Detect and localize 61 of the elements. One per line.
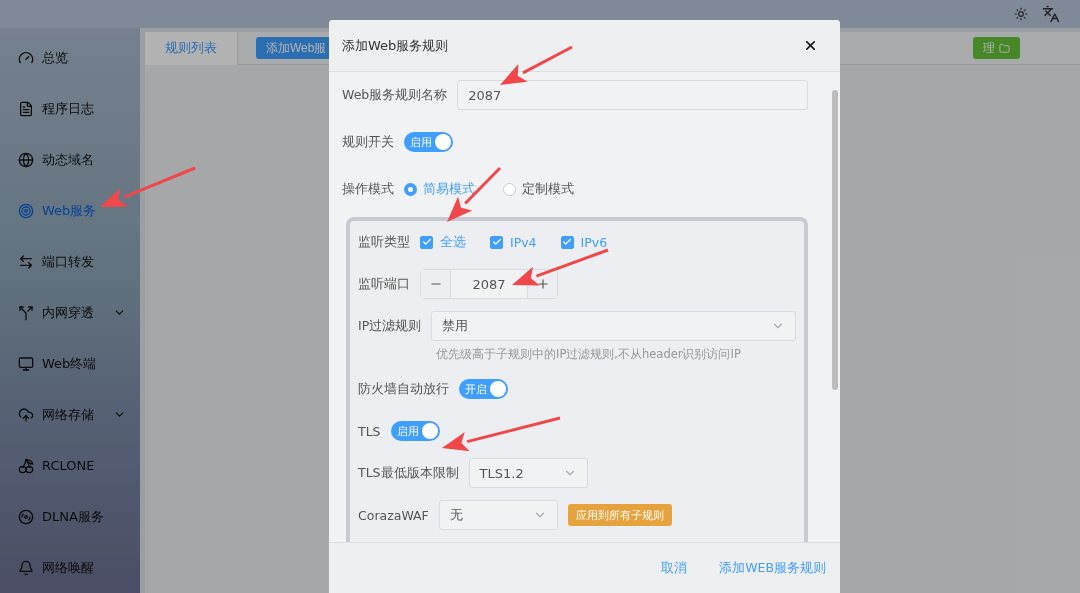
- select-field[interactable]: TLS1.2: [468, 458, 588, 488]
- field-label: TLS: [358, 423, 381, 439]
- footer-button[interactable]: 添加WEB服务规则: [719, 555, 826, 581]
- gauge-icon: [18, 49, 34, 66]
- folder-icon: [999, 42, 1010, 54]
- sidebar-item[interactable]: 动态域名: [0, 134, 140, 185]
- field-label: CorazaWAF: [358, 507, 429, 523]
- check-icon: [491, 237, 502, 247]
- dialog-title: 添加Web服务规则: [342, 36, 449, 55]
- scrollbar-thumb[interactable]: [832, 90, 838, 390]
- sidebar-item[interactable]: 端口转发: [0, 236, 140, 287]
- document-icon: [18, 100, 34, 117]
- disc-icon: [18, 508, 34, 525]
- check-icon: [421, 237, 432, 247]
- checkbox-option[interactable]: 全选: [420, 233, 466, 251]
- sidebar-item[interactable]: Web服务: [0, 185, 140, 236]
- toggle-switch[interactable]: 启用: [404, 132, 453, 152]
- select-field[interactable]: 无: [438, 500, 558, 530]
- toggle-switch[interactable]: 开启: [459, 379, 508, 399]
- sidebar-item[interactable]: 程序日志: [0, 83, 140, 134]
- number-input[interactable]: 2087: [420, 269, 558, 299]
- close-icon[interactable]: [803, 38, 818, 53]
- tab[interactable]: 规则列表: [145, 31, 238, 65]
- field-label: Web服务规则名称: [342, 86, 448, 104]
- checkbox-option[interactable]: IPv4: [490, 234, 537, 250]
- target-icon: [18, 202, 34, 219]
- bell-icon: [18, 559, 34, 576]
- sidebar-item[interactable]: RCLONE: [0, 440, 140, 491]
- arrows-icon: [18, 253, 34, 270]
- field-label: 防火墙自动放行: [358, 380, 449, 398]
- text-input[interactable]: 2087: [457, 80, 808, 110]
- field-label: TLS最低版本限制: [358, 464, 459, 482]
- field-label: 规则开关: [342, 133, 394, 151]
- sidebar-item[interactable]: DLNA服务: [0, 491, 140, 542]
- cherry-icon: [18, 457, 34, 474]
- radio-option[interactable]: 定制模式: [503, 180, 574, 198]
- globe-icon: [18, 151, 34, 168]
- sidebar-item[interactable]: Web终端: [0, 338, 140, 389]
- split-icon: [18, 304, 34, 321]
- toolbar-button[interactable]: 理: [973, 37, 1020, 59]
- check-icon: [562, 237, 573, 247]
- select-field[interactable]: 禁用: [431, 311, 796, 341]
- radio-option[interactable]: 简易模式: [404, 180, 475, 198]
- apply-button[interactable]: 应用到所有子规则: [567, 504, 672, 526]
- field-label: 监听端口: [358, 275, 410, 293]
- cloud-icon: [18, 406, 34, 423]
- sidebar-item[interactable]: 网络唤醒: [0, 542, 140, 593]
- sun-icon[interactable]: [1014, 7, 1028, 21]
- checkbox-option[interactable]: IPv6: [560, 234, 608, 250]
- toggle-switch[interactable]: 启用: [390, 421, 440, 441]
- field-label: IP过滤规则: [358, 317, 422, 335]
- sidebar-item[interactable]: 网络存储: [0, 389, 140, 440]
- field-label: 监听类型: [358, 233, 410, 251]
- footer-button[interactable]: 取消: [661, 555, 688, 581]
- hint-text: 优先级高于子规则中的IP过滤规则,不从header识别访问IP: [435, 347, 742, 362]
- sidebar-item[interactable]: 内网穿透: [0, 287, 140, 338]
- translate-icon[interactable]: [1042, 5, 1060, 23]
- field-label: 操作模式: [342, 180, 394, 198]
- monitor-icon: [18, 355, 34, 372]
- sidebar-item[interactable]: 总览: [0, 32, 140, 83]
- plus-icon: [535, 277, 550, 291]
